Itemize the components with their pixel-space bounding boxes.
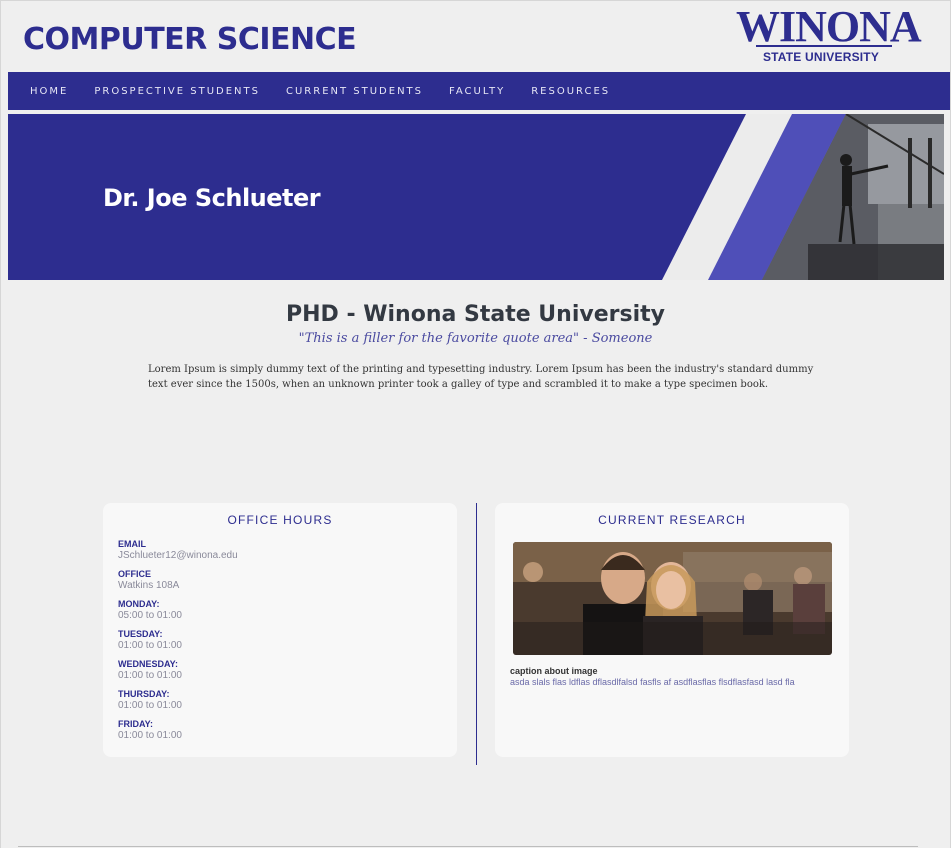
faculty-name: Dr. Joe Schlueter bbox=[103, 184, 321, 212]
logo-subtitle: STATE UNIVERSITY bbox=[762, 50, 880, 64]
footer-divider bbox=[18, 846, 918, 847]
info-item-monday: MONDAY: 05:00 to 01:00 bbox=[118, 599, 238, 622]
info-value: 01:00 to 01:00 bbox=[118, 670, 182, 681]
office-hours-card: OFFICE HOURS EMAIL JSchlueter12@winona.e… bbox=[103, 503, 457, 757]
favorite-quote: "This is a filler for the favorite quote… bbox=[298, 331, 653, 346]
email-link[interactable]: JSchlueter12@winona.edu bbox=[118, 550, 238, 562]
site-title[interactable]: COMPUTER SCIENCE bbox=[23, 22, 357, 57]
office-hours-list: EMAIL JSchlueter12@winona.edu OFFICE Wat… bbox=[118, 539, 238, 749]
info-item-email: EMAIL JSchlueter12@winona.edu bbox=[118, 539, 238, 562]
nav-item-home[interactable]: HOME bbox=[30, 86, 68, 97]
info-item-wednesday: WEDNESDAY: 01:00 to 01:00 bbox=[118, 659, 238, 682]
caption-text: asda slals flas ldflas dflasdlfalsd fasf… bbox=[510, 677, 795, 687]
caption-title: caption about image bbox=[510, 666, 598, 676]
info-label: WEDNESDAY: bbox=[118, 659, 179, 669]
current-research-card: CURRENT RESEARCH caption about image asd… bbox=[495, 503, 849, 757]
info-label: OFFICE bbox=[118, 569, 151, 579]
info-value: 01:00 to 01:00 bbox=[118, 730, 182, 741]
research-title: CURRENT RESEARCH bbox=[598, 513, 746, 527]
research-image bbox=[513, 542, 832, 655]
nav-item-prospective-students[interactable]: PROSPECTIVE STUDENTS bbox=[94, 86, 260, 97]
research-photo-scene bbox=[513, 542, 832, 655]
logo-wordmark: WINONA bbox=[736, 2, 922, 51]
card-divider bbox=[476, 503, 477, 765]
info-value: 01:00 to 01:00 bbox=[118, 700, 182, 711]
info-item-tuesday: TUESDAY: 01:00 to 01:00 bbox=[118, 629, 238, 652]
info-label: TUESDAY: bbox=[118, 629, 163, 639]
nav-item-resources[interactable]: RESOURCES bbox=[531, 86, 610, 97]
logo-rule bbox=[756, 45, 892, 47]
degree-heading: PHD - Winona State University bbox=[286, 302, 665, 327]
info-label: THURSDAY: bbox=[118, 689, 170, 699]
nav-item-faculty[interactable]: FACULTY bbox=[449, 86, 505, 97]
info-label: EMAIL bbox=[118, 539, 146, 549]
page-border-top bbox=[0, 0, 951, 1]
page-border-left bbox=[0, 0, 1, 848]
nav-item-current-students[interactable]: CURRENT STUDENTS bbox=[286, 86, 423, 97]
info-item-friday: FRIDAY: 01:00 to 01:00 bbox=[118, 719, 238, 742]
bio-paragraph: Lorem Ipsum is simply dummy text of the … bbox=[148, 364, 814, 390]
info-item-thursday: THURSDAY: 01:00 to 01:00 bbox=[118, 689, 238, 712]
info-label: FRIDAY: bbox=[118, 719, 154, 729]
info-label: MONDAY: bbox=[118, 599, 160, 609]
info-item-office: OFFICE Watkins 108A bbox=[118, 569, 238, 592]
hero-banner: Dr. Joe Schlueter bbox=[8, 114, 944, 280]
info-value: 05:00 to 01:00 bbox=[118, 610, 182, 621]
office-hours-title: OFFICE HOURS bbox=[227, 513, 333, 527]
winona-logo[interactable]: WINONA STATE UNIVERSITY bbox=[736, 2, 922, 66]
info-value: 01:00 to 01:00 bbox=[118, 640, 182, 651]
info-value: Watkins 108A bbox=[118, 580, 180, 591]
main-nav: HOME PROSPECTIVE STUDENTS CURRENT STUDEN… bbox=[8, 72, 950, 110]
